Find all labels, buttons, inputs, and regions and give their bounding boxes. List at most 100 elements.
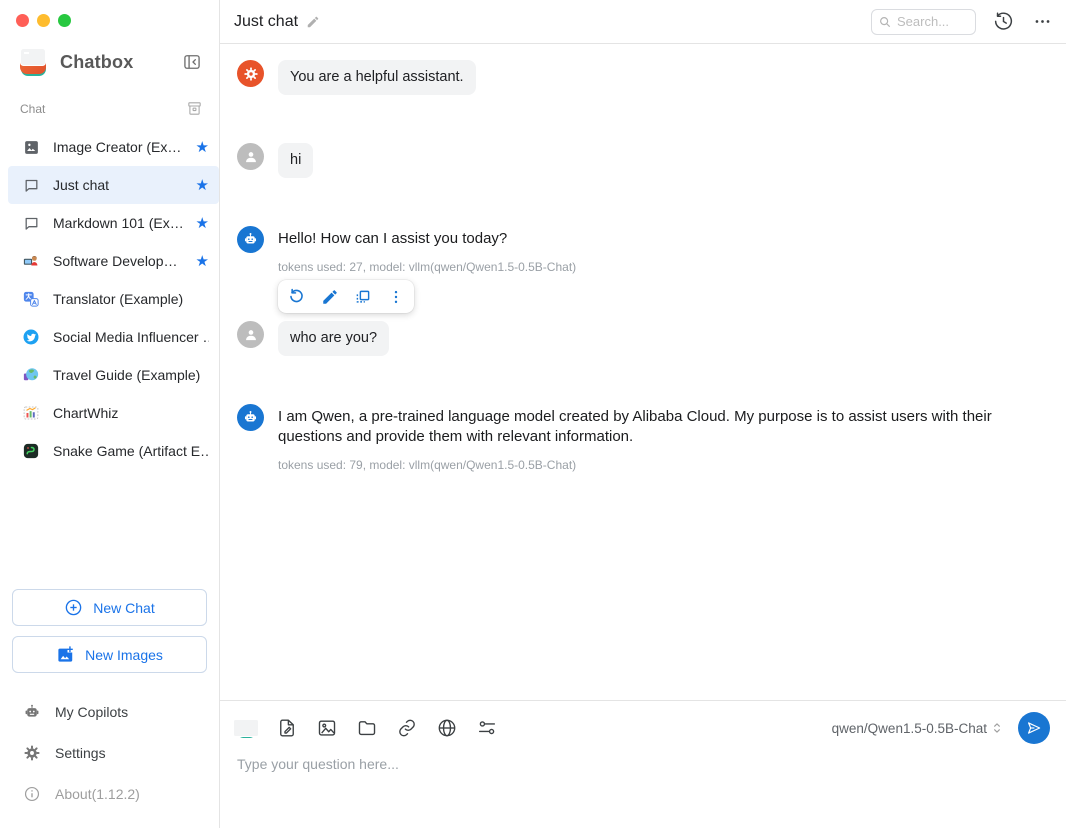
sidebar-item-snake-game[interactable]: Snake Game (Artifact E… — [0, 432, 219, 470]
star-icon[interactable]: ★ — [196, 178, 209, 193]
new-images-button[interactable]: New Images — [12, 636, 207, 673]
sidebar-item-label: Snake Game (Artifact E… — [53, 443, 209, 459]
token-usage-text: tokens used: 27, model: vllm(qwen/Qwen1.… — [278, 260, 576, 274]
new-chat-button[interactable]: New Chat — [12, 589, 207, 626]
zoom-window-button[interactable] — [58, 14, 71, 27]
model-name: qwen/Qwen1.5-0.5B-Chat — [832, 721, 987, 736]
message-bubble: You are a helpful assistant. — [278, 60, 476, 95]
sidebar-item-travel-guide[interactable]: Travel Guide (Example) — [0, 356, 219, 394]
send-button[interactable] — [1018, 712, 1050, 744]
twitter-bird-icon — [22, 328, 40, 346]
user-avatar — [237, 321, 264, 348]
chat-header: Just chat — [220, 0, 1066, 44]
footer-item-label: My Copilots — [55, 704, 128, 720]
message-bubble: hi — [278, 143, 313, 178]
collapse-sidebar-icon[interactable] — [181, 51, 203, 73]
token-usage-text: tokens used: 79, model: vllm(qwen/Qwen1.… — [278, 458, 1034, 472]
info-icon — [23, 785, 41, 803]
system-gear-avatar — [237, 60, 264, 87]
sidebar-item-translator[interactable]: Translator (Example) — [0, 280, 219, 318]
minimize-window-button[interactable] — [37, 14, 50, 27]
sidebar-item-just-chat[interactable]: Just chat ★ — [8, 166, 219, 204]
chat-main: Just chat — [220, 0, 1066, 828]
brand-row: Chatbox — [0, 27, 219, 76]
developer-emoji-icon — [22, 252, 40, 270]
section-label: Chat — [20, 102, 186, 116]
chat-section-header: Chat — [0, 76, 219, 117]
composer-toolbar: qwen/Qwen1.5-0.5B-Chat — [237, 712, 1050, 744]
sidebar-item-settings[interactable]: Settings — [0, 732, 219, 773]
message-assistant: Hello! How can I assist you today? token… — [237, 226, 1050, 313]
send-icon — [1025, 719, 1043, 737]
attach-file-folder-icon[interactable] — [356, 717, 378, 739]
star-icon[interactable]: ★ — [196, 140, 209, 155]
message-bubble: who are you? — [278, 321, 389, 356]
sidebar: Chatbox Chat — [0, 0, 220, 828]
sidebar-item-markdown-101[interactable]: Markdown 101 (Ex… ★ — [0, 204, 219, 242]
chat-bubble-icon — [22, 214, 40, 232]
message-actions-toolbar — [278, 280, 414, 313]
message-list: You are a helpful assistant. hi — [220, 44, 1066, 700]
history-icon[interactable] — [993, 11, 1014, 32]
image-icon — [22, 138, 40, 156]
chat-bubble-icon — [22, 176, 40, 194]
sidebar-item-my-copilots[interactable]: My Copilots — [0, 691, 219, 732]
message-text: Hello! How can I assist you today? — [278, 229, 576, 249]
conversation-list: Image Creator (Ex… ★ Just chat ★ — [0, 128, 219, 470]
more-vert-icon[interactable] — [387, 288, 405, 306]
sidebar-item-social-media-influencer[interactable]: Social Media Influencer … — [0, 318, 219, 356]
model-selector[interactable]: qwen/Qwen1.5-0.5B-Chat — [832, 720, 1005, 736]
robot-icon — [23, 703, 41, 721]
search-icon — [878, 15, 892, 29]
message-assistant: I am Qwen, a pre-trained language model … — [237, 404, 1050, 472]
sidebar-item-label: Image Creator (Ex… — [53, 139, 192, 155]
web-browsing-globe-icon[interactable] — [436, 717, 458, 739]
page-title: Just chat — [234, 13, 298, 31]
sidebar-item-chartwhiz[interactable]: ChartWhiz — [0, 394, 219, 432]
regenerate-icon[interactable] — [287, 287, 306, 306]
plus-circle-icon — [64, 598, 83, 617]
assistant-robot-avatar — [237, 226, 264, 253]
sidebar-item-software-developer[interactable]: Software Develop… ★ — [0, 242, 219, 280]
edit-title-icon[interactable] — [306, 15, 320, 29]
search-input[interactable] — [897, 14, 965, 29]
app-title: Chatbox — [60, 52, 181, 73]
sidebar-item-label: Software Develop… — [53, 253, 192, 269]
close-window-button[interactable] — [16, 14, 29, 27]
more-options-icon[interactable] — [1033, 12, 1052, 31]
snake-game-icon — [22, 442, 40, 460]
edit-message-icon[interactable] — [321, 288, 339, 306]
header-actions — [871, 9, 1052, 35]
settings-sliders-icon[interactable] — [476, 717, 498, 739]
sidebar-item-label: ChartWhiz — [53, 405, 209, 421]
translator-emoji-icon — [22, 290, 40, 308]
gear-icon — [23, 744, 41, 762]
sidebar-item-label: Markdown 101 (Ex… — [53, 215, 192, 231]
sidebar-item-label: Travel Guide (Example) — [53, 367, 209, 383]
copy-icon[interactable] — [354, 288, 372, 306]
star-icon[interactable]: ★ — [196, 216, 209, 231]
assistant-robot-avatar — [237, 404, 264, 431]
sidebar-item-image-creator[interactable]: Image Creator (Ex… ★ — [0, 128, 219, 166]
chatbox-logo-icon — [20, 48, 48, 76]
archive-icon[interactable] — [186, 100, 203, 117]
message-input[interactable] — [237, 756, 1050, 804]
chatbox-mini-logo-icon[interactable] — [237, 719, 256, 738]
unfold-more-icon — [989, 720, 1005, 736]
composer: qwen/Qwen1.5-0.5B-Chat — [220, 700, 1066, 828]
footer-item-label: Settings — [55, 745, 106, 761]
window-controls — [0, 0, 219, 27]
travel-globe-emoji-icon — [22, 366, 40, 384]
sidebar-item-label: Social Media Influencer … — [53, 329, 209, 345]
message-text: I am Qwen, a pre-trained language model … — [278, 407, 1034, 447]
sidebar-item-about[interactable]: About(1.12.2) — [0, 773, 219, 814]
search-box[interactable] — [871, 9, 976, 35]
sidebar-footer: My Copilots — [0, 691, 219, 828]
quote-document-icon[interactable] — [276, 717, 298, 739]
attach-link-icon[interactable] — [396, 717, 418, 739]
star-icon[interactable]: ★ — [196, 254, 209, 269]
new-images-label: New Images — [85, 647, 163, 663]
sidebar-item-label: Translator (Example) — [53, 291, 209, 307]
message-system: You are a helpful assistant. — [237, 60, 1050, 95]
attach-image-icon[interactable] — [316, 717, 338, 739]
